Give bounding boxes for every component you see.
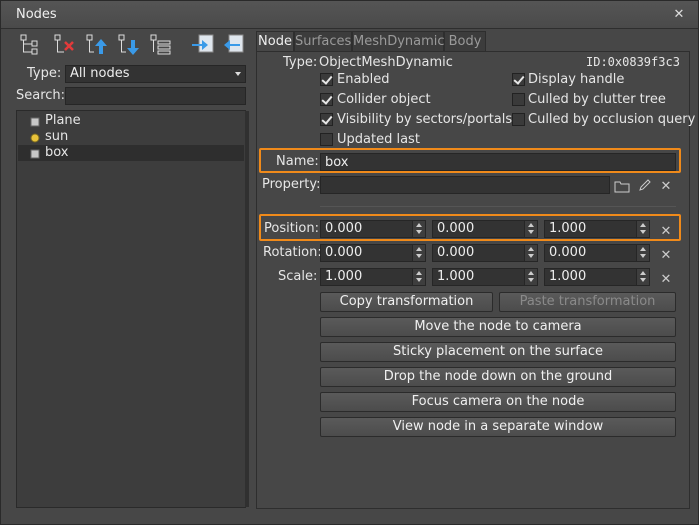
tree-icon[interactable] [18, 32, 44, 58]
type-label: Type: [27, 66, 62, 81]
folder-icon[interactable] [614, 179, 630, 193]
scale-x-spinbox[interactable]: 1.000 [320, 268, 426, 286]
sticky-placement-button[interactable]: Sticky placement on the surface [320, 342, 676, 362]
left-panel: Type: All nodes Search: Plane sun box [8, 28, 252, 509]
reset-scale-icon[interactable]: ✕ [660, 273, 672, 286]
visibility-checkbox[interactable] [320, 113, 333, 126]
updated-last-label: Updated last [337, 132, 420, 147]
culled-clutter-checkbox[interactable] [512, 93, 525, 106]
mesh-icon [30, 148, 40, 159]
visibility-label: Visibility by sectors/portals [337, 112, 513, 127]
culled-occlusion-label: Culled by occlusion query [528, 112, 696, 127]
view-separate-window-button[interactable]: View node in a separate window [320, 417, 676, 437]
spinbox-arrows[interactable] [524, 245, 537, 261]
type-field-label: Type: [283, 55, 318, 70]
property-label: Property: [262, 177, 321, 192]
tree-item-sun[interactable]: sun [18, 129, 244, 145]
window-title: Nodes [16, 7, 57, 22]
updated-last-checkbox[interactable] [320, 133, 333, 146]
import-node-icon[interactable] [190, 32, 216, 58]
collider-label: Collider object [337, 92, 431, 107]
tree-item-plane[interactable]: Plane [18, 113, 244, 129]
rotation-x-spinbox[interactable]: 0.000 [320, 244, 426, 262]
position-x-spinbox[interactable]: 0.000 [320, 220, 426, 238]
close-icon[interactable]: ✕ [671, 7, 687, 23]
spinbox-arrows[interactable] [524, 269, 537, 285]
node-id: ID:0x0839f3c3 [586, 55, 680, 69]
rotation-z-value: 0.000 [549, 245, 587, 260]
search-label: Search: [16, 88, 66, 103]
collider-checkbox[interactable] [320, 93, 333, 106]
drop-to-ground-button[interactable]: Drop the node down on the ground [320, 367, 676, 387]
reset-rotation-icon[interactable]: ✕ [660, 249, 672, 262]
rotation-y-value: 0.000 [437, 245, 475, 260]
search-input[interactable] [65, 87, 246, 105]
tree-scrollbar[interactable] [245, 111, 249, 507]
culled-occlusion-checkbox[interactable] [512, 113, 525, 126]
display-handle-checkbox[interactable] [512, 73, 525, 86]
reset-position-icon[interactable]: ✕ [660, 225, 672, 238]
position-label: Position: [264, 221, 319, 236]
tab-node[interactable]: Node [256, 31, 294, 52]
scale-x-value: 1.000 [325, 269, 363, 284]
name-input[interactable] [320, 153, 676, 171]
spinbox-arrows[interactable] [636, 221, 649, 237]
mesh-icon [30, 116, 40, 127]
separator [320, 206, 676, 207]
tree-item-label: box [45, 145, 69, 160]
culled-clutter-label: Culled by clutter tree [528, 92, 666, 107]
scale-y-value: 1.000 [437, 269, 475, 284]
position-y-spinbox[interactable]: 0.000 [432, 220, 538, 238]
property-input[interactable] [320, 176, 610, 194]
chevron-down-icon [235, 72, 241, 76]
spinbox-arrows[interactable] [412, 245, 425, 261]
enabled-checkbox[interactable] [320, 73, 333, 86]
spinbox-arrows[interactable] [636, 269, 649, 285]
light-icon [30, 132, 40, 143]
name-label: Name: [276, 154, 319, 169]
spinbox-arrows[interactable] [412, 269, 425, 285]
tab-surfaces[interactable]: Surfaces [294, 31, 352, 51]
scale-z-spinbox[interactable]: 1.000 [544, 268, 650, 286]
type-dropdown[interactable]: All nodes [65, 65, 246, 83]
tree-item-label: sun [45, 129, 69, 144]
tab-body[interactable]: Body [444, 31, 486, 51]
tree-item-box[interactable]: box [18, 145, 244, 161]
spinbox-arrows[interactable] [412, 221, 425, 237]
scale-label: Scale: [278, 269, 318, 284]
delete-node-icon[interactable] [52, 32, 78, 58]
scale-y-spinbox[interactable]: 1.000 [432, 268, 538, 286]
clear-property-icon[interactable]: ✕ [660, 180, 672, 193]
position-z-spinbox[interactable]: 1.000 [544, 220, 650, 238]
position-z-value: 1.000 [549, 221, 587, 236]
rotation-z-spinbox[interactable]: 0.000 [544, 244, 650, 262]
spinbox-arrows[interactable] [636, 245, 649, 261]
type-dropdown-value: All nodes [70, 66, 130, 81]
position-y-value: 0.000 [437, 221, 475, 236]
node-tree[interactable]: Plane sun box [16, 110, 249, 508]
copy-transformation-button[interactable]: Copy transformation [320, 292, 493, 312]
spinbox-arrows[interactable] [524, 221, 537, 237]
paste-transformation-button[interactable]: Paste transformation [499, 292, 676, 312]
tree-item-label: Plane [45, 113, 81, 128]
move-to-camera-button[interactable]: Move the node to camera [320, 317, 676, 337]
title-bar[interactable]: Nodes ✕ [1, 1, 698, 29]
move-down-icon[interactable] [116, 32, 142, 58]
edit-icon[interactable] [638, 178, 652, 192]
rotation-x-value: 0.000 [325, 245, 363, 260]
scale-z-value: 1.000 [549, 269, 587, 284]
type-field-value: ObjectMeshDynamic [319, 55, 453, 70]
enabled-label: Enabled [337, 72, 390, 87]
position-x-value: 0.000 [325, 221, 363, 236]
list-icon[interactable] [148, 32, 174, 58]
rotation-label: Rotation: [263, 245, 322, 260]
move-up-icon[interactable] [84, 32, 110, 58]
tab-meshdynamic[interactable]: MeshDynamic [352, 31, 445, 51]
export-node-icon[interactable] [220, 32, 246, 58]
display-handle-label: Display handle [528, 72, 625, 87]
focus-camera-button[interactable]: Focus camera on the node [320, 392, 676, 412]
rotation-y-spinbox[interactable]: 0.000 [432, 244, 538, 262]
